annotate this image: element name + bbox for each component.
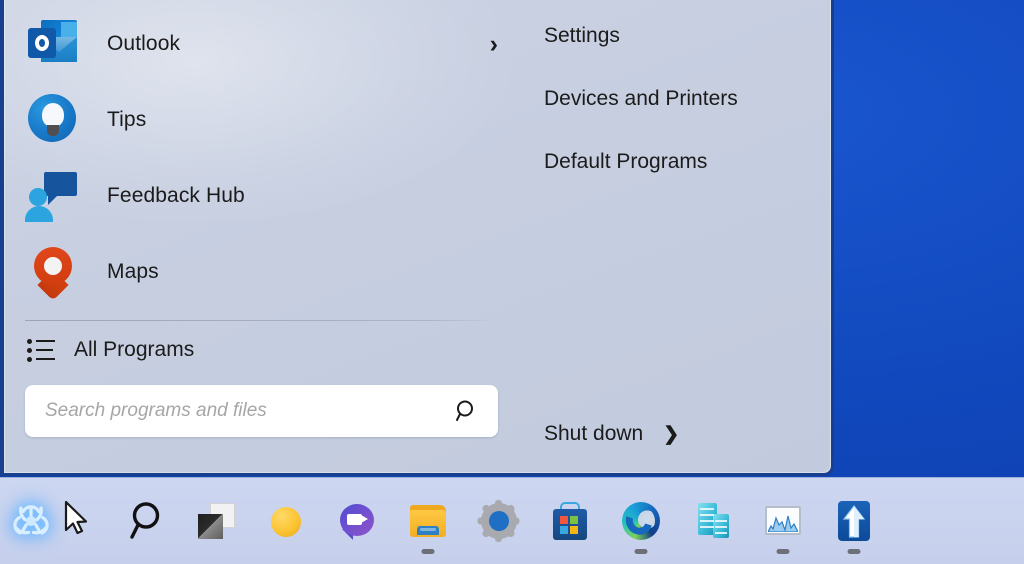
search-input[interactable] [45, 400, 445, 422]
widgets-icon [263, 498, 309, 544]
outlook-icon [25, 16, 81, 72]
chart-line [767, 515, 798, 532]
start-menu-item-label: Default Programs [544, 149, 708, 173]
list-icon [27, 337, 57, 363]
widgets-button[interactable] [250, 478, 321, 564]
running-indicator [634, 548, 647, 554]
settings-button[interactable] [463, 478, 534, 564]
start-menu-item-label: Feedback Hub [107, 184, 245, 207]
start-button[interactable] [0, 478, 62, 564]
chevron-right-icon[interactable]: › [490, 31, 498, 57]
chat-button[interactable] [321, 478, 392, 564]
start-menu: Outlook › Tips Feedback Hub Maps All Pro… [0, 0, 834, 476]
search-box[interactable] [25, 385, 498, 437]
start-menu-item-label: Tips [107, 108, 147, 131]
feedback-hub-icon [25, 168, 81, 224]
microsoft-store-button[interactable] [534, 478, 605, 564]
search-button[interactable] [108, 478, 179, 564]
taskbar [0, 477, 1024, 564]
search-icon[interactable] [455, 399, 479, 423]
start-menu-item-maps[interactable]: Maps [4, 234, 520, 310]
start-menu-item-tips[interactable]: Tips [4, 82, 520, 158]
mouse-cursor [62, 478, 108, 564]
chat-icon [334, 498, 380, 544]
server-stack-icon [689, 498, 735, 544]
update-button[interactable] [818, 478, 889, 564]
start-menu-item-label: Outlook [107, 32, 181, 55]
all-programs-button[interactable]: All Programs [4, 321, 520, 379]
start-menu-left-pane: Outlook › Tips Feedback Hub Maps All Pro… [4, 0, 520, 473]
task-view-button[interactable] [179, 478, 250, 564]
gear-icon [476, 498, 522, 544]
search-icon [121, 498, 167, 544]
start-menu-item-label: Settings [544, 23, 620, 47]
biohazard-icon [8, 498, 54, 544]
start-menu-item-feedback-hub[interactable]: Feedback Hub [4, 158, 520, 234]
edge-button[interactable] [605, 478, 676, 564]
start-menu-item-settings[interactable]: Settings [520, 4, 831, 67]
performance-chart-icon [760, 498, 806, 544]
running-indicator [847, 548, 860, 554]
start-menu-right-pane: Settings Devices and Printers Default Pr… [520, 0, 831, 473]
tips-icon [25, 92, 81, 148]
file-explorer-button[interactable] [392, 478, 463, 564]
shut-down-button[interactable]: Shut down ❯ [520, 422, 679, 446]
arrow-up-icon [831, 498, 877, 544]
start-menu-item-devices-and-printers[interactable]: Devices and Printers [520, 67, 831, 130]
store-bag-icon [547, 498, 593, 544]
search-container [25, 385, 498, 437]
chevron-right-icon[interactable]: ❯ [663, 425, 679, 444]
running-indicator [421, 548, 434, 554]
task-view-icon [192, 498, 238, 544]
task-manager-button[interactable] [747, 478, 818, 564]
cursor-arrow-icon [62, 498, 108, 544]
edge-icon [618, 498, 664, 544]
screen: Outlook › Tips Feedback Hub Maps All Pro… [0, 0, 1024, 564]
running-indicator [776, 548, 789, 554]
maps-icon [25, 244, 81, 301]
start-menu-item-label: Maps [107, 260, 159, 283]
start-menu-item-outlook[interactable]: Outlook › [4, 6, 520, 82]
start-menu-item-label: Devices and Printers [544, 86, 738, 110]
server-manager-button[interactable] [676, 478, 747, 564]
shut-down-label: Shut down [544, 422, 644, 445]
start-menu-item-default-programs[interactable]: Default Programs [520, 130, 831, 193]
all-programs-label: All Programs [74, 338, 195, 361]
folder-icon [405, 498, 451, 544]
pinned-apps-list: Outlook › Tips Feedback Hub Maps [4, 0, 520, 310]
